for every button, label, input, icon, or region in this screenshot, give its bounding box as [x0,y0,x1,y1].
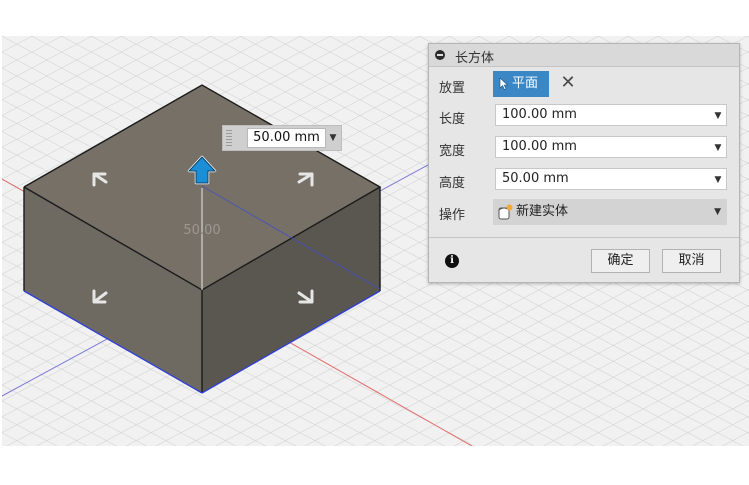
placement-label: 放置 [439,81,466,96]
plane-select-button[interactable]: 平面 [493,71,549,97]
cancel-button[interactable]: 取消 [662,249,721,273]
box-dialog: 长方体 放置 平面 ✕ 长度 100.00 mm ▼ 宽度 100.00 mm … [428,43,740,283]
height-dimension-field[interactable]: 50.00 mm [247,128,326,148]
select-cursor-icon [499,78,509,90]
ok-button[interactable]: 确定 [591,249,650,273]
width-label: 宽度 [439,144,466,159]
collapse-icon[interactable] [435,50,445,60]
operation-value: 新建实体 [516,204,569,219]
operation-select[interactable]: 新建实体 ▼ [493,199,727,225]
dialog-title: 长方体 [455,51,495,66]
height-label: 高度 [439,176,466,191]
plane-select-label: 平面 [512,76,539,91]
chevron-down-icon[interactable]: ▼ [712,110,724,122]
info-icon[interactable]: i [445,254,459,268]
chevron-down-icon[interactable]: ▼ [712,142,724,154]
new-body-icon [498,204,513,220]
chevron-down-icon: ▼ [714,207,721,217]
length-input[interactable]: 100.00 mm [495,104,727,126]
width-input[interactable]: 100.00 mm [495,136,727,158]
height-dimension-input[interactable]: 50.00 mm ▼ [222,125,342,151]
operation-label: 操作 [439,208,466,223]
chevron-down-icon[interactable]: ▼ [712,174,724,186]
chevron-down-icon[interactable]: ▼ [327,131,339,145]
divider [429,237,739,238]
dimension-value-label: 50.00 [183,223,220,238]
dialog-header[interactable]: 长方体 [429,44,739,67]
close-icon[interactable]: ✕ [560,73,576,93]
length-label: 长度 [439,112,466,127]
height-input[interactable]: 50.00 mm [495,168,727,190]
drag-grip-icon[interactable] [226,130,232,146]
